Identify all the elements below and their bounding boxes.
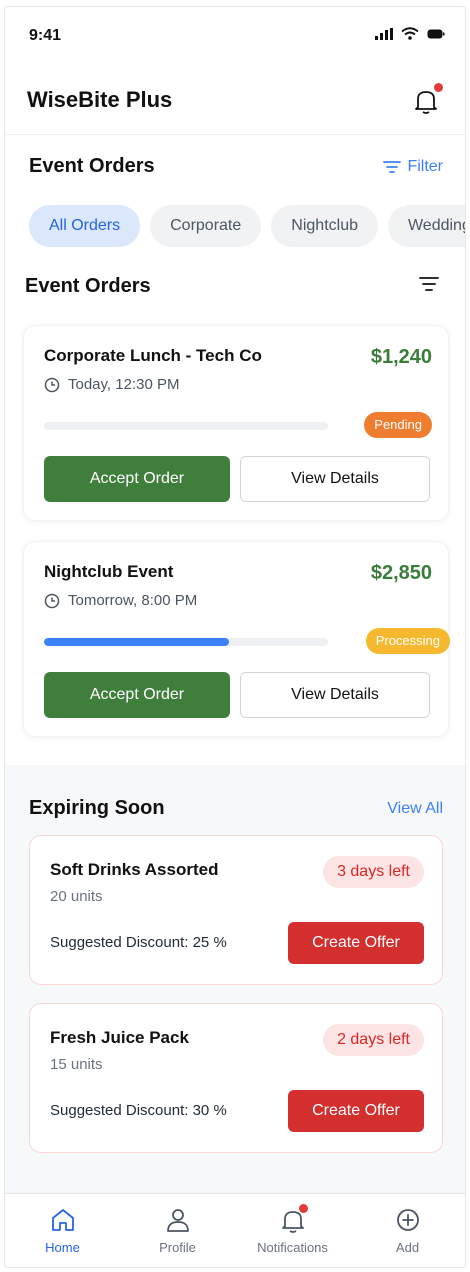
accept-order-button[interactable]: Accept Order — [44, 672, 230, 718]
expiring-section: Expiring Soon View All Soft Drinks Assor… — [5, 765, 465, 1195]
item-units: 20 units — [50, 888, 103, 905]
item-name: Soft Drinks Assorted — [50, 860, 219, 879]
chip-all-orders[interactable]: All Orders — [29, 205, 141, 247]
filter-icon — [383, 160, 402, 173]
expiring-item-card: Soft Drinks Assorted 20 units 3 days lef… — [29, 835, 443, 985]
item-units: 15 units — [50, 1056, 103, 1073]
accept-order-button[interactable]: Accept Order — [44, 456, 230, 502]
nav-home[interactable]: Home — [5, 1194, 120, 1267]
sort-button[interactable] — [419, 276, 439, 297]
expiring-title: Expiring Soon — [29, 797, 165, 819]
category-chips: All Orders Corporate Nightclub Wedding — [29, 205, 465, 247]
suggested-discount: Suggested Discount: 25 % — [50, 934, 227, 951]
order-title: Corporate Lunch - Tech Co — [44, 346, 262, 365]
create-offer-button[interactable]: Create Offer — [288, 1090, 424, 1132]
order-progress — [44, 638, 328, 646]
item-name: Fresh Juice Pack — [50, 1028, 189, 1047]
create-offer-button[interactable]: Create Offer — [288, 922, 424, 964]
nav-notifications[interactable]: Notifications — [235, 1194, 350, 1267]
bottom-nav: Home Profile Notifications Add — [5, 1193, 465, 1267]
view-details-button[interactable]: View Details — [240, 672, 430, 718]
status-badge: Pending — [364, 412, 432, 438]
status-badge: Processing — [365, 628, 450, 654]
order-time: Today, 12:30 PM — [44, 376, 179, 393]
status-bar: 9:41 — [5, 7, 465, 59]
section-title: Event Orders — [29, 155, 155, 177]
order-time-text: Tomorrow, 8:00 PM — [68, 592, 198, 609]
notification-dot — [298, 1204, 308, 1213]
user-icon — [166, 1209, 189, 1232]
sort-icon — [419, 277, 439, 291]
clock-icon — [44, 593, 60, 608]
view-details-button[interactable]: View Details — [240, 456, 430, 502]
expiring-header: Expiring Soon View All — [29, 797, 443, 820]
order-time-text: Today, 12:30 PM — [68, 376, 180, 393]
nav-profile[interactable]: Profile — [120, 1194, 235, 1267]
nav-notifications-icon-wrap — [279, 1204, 308, 1234]
order-card: Nightclub Event $2,850 Tomorrow, 8:00 PM… — [23, 541, 450, 737]
orders-list-header: Event Orders — [25, 275, 439, 298]
status-time: 9:41 — [29, 27, 62, 44]
order-amount: $2,850 — [370, 562, 432, 584]
battery-icon — [427, 29, 445, 38]
expiring-item-card: Fresh Juice Pack 15 units 2 days left Su… — [29, 1003, 443, 1153]
nav-add[interactable]: Add — [350, 1194, 465, 1267]
nav-label: Notifications — [257, 1240, 328, 1255]
plus-circle-icon — [396, 1209, 419, 1231]
event-orders-header: Event Orders Filter — [29, 155, 443, 178]
signal-icon — [375, 27, 393, 40]
chip-corporate[interactable]: Corporate — [150, 205, 262, 247]
notifications-button[interactable] — [413, 83, 443, 115]
suggested-discount: Suggested Discount: 30 % — [50, 1102, 227, 1119]
app-title: WiseBite Plus — [27, 87, 173, 112]
days-left-badge: 3 days left — [323, 856, 424, 888]
order-progress-fill — [44, 638, 229, 646]
nav-label: Home — [45, 1240, 80, 1255]
filter-button[interactable]: Filter — [383, 158, 443, 176]
days-left-badge: 2 days left — [323, 1024, 424, 1056]
wifi-icon — [401, 27, 419, 40]
phone-screen: 9:41 WiseBite Plus Event Orders Filter A… — [4, 6, 466, 1268]
app-header: WiseBite Plus — [5, 59, 465, 135]
order-card: Corporate Lunch - Tech Co $1,240 Today, … — [23, 325, 449, 521]
nav-label: Add — [395, 1240, 420, 1255]
order-amount: $1,240 — [370, 346, 432, 368]
chip-wedding[interactable]: Wedding — [387, 205, 465, 247]
status-icons — [375, 27, 445, 40]
filter-label: Filter — [407, 157, 443, 175]
order-progress — [44, 422, 328, 430]
home-icon — [51, 1209, 74, 1231]
orders-list-title: Event Orders — [25, 275, 151, 297]
notification-dot — [434, 83, 443, 92]
view-all-link[interactable]: View All — [387, 800, 443, 818]
chip-nightclub[interactable]: Nightclub — [271, 205, 378, 247]
nav-label: Profile — [159, 1240, 196, 1255]
clock-icon — [44, 377, 60, 392]
order-time: Tomorrow, 8:00 PM — [44, 592, 197, 609]
order-title: Nightclub Event — [44, 562, 174, 581]
